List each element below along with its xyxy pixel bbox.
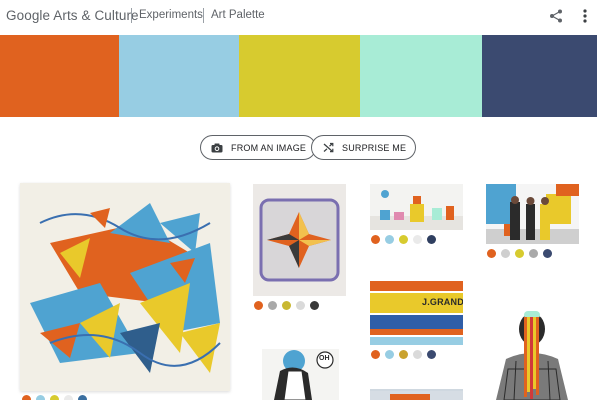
palette-dot[interactable] [22, 395, 31, 400]
palette-swatch[interactable] [360, 35, 482, 117]
palette-swatch[interactable] [239, 35, 360, 117]
from-image-label: FROM AN IMAGE [231, 142, 307, 153]
more-vert-icon[interactable] [575, 6, 595, 26]
palette-dots [371, 235, 436, 244]
painted-wall-image [370, 275, 463, 345]
header-divider [131, 8, 132, 23]
palette-dots [371, 350, 436, 359]
palette-dot[interactable] [296, 301, 305, 310]
palette-dots [22, 395, 87, 400]
palette-dots [487, 249, 552, 258]
palette-swatch[interactable] [119, 35, 239, 117]
palette-dot[interactable] [487, 249, 496, 258]
palette-dot[interactable] [501, 249, 510, 258]
palette-dot[interactable] [427, 235, 436, 244]
partial-artwork-image [370, 391, 463, 400]
palette-dot[interactable] [399, 235, 408, 244]
surprise-me-button[interactable]: SURPRISE ME [311, 135, 417, 160]
palette-dot[interactable] [78, 395, 87, 400]
breadcrumb-experiments[interactable]: Experiments [139, 9, 203, 21]
palette-dot[interactable] [254, 301, 263, 310]
artwork-tile-painted-wall[interactable]: J.GRANDA [370, 275, 463, 345]
palette-dot[interactable] [268, 301, 277, 310]
abstract-mural-image [20, 183, 230, 391]
surprise-me-label: SURPRISE ME [342, 142, 407, 153]
breadcrumb-art-palette[interactable]: Art Palette [211, 9, 265, 21]
camera-icon [210, 141, 224, 155]
gift-sculptures-image [370, 184, 463, 230]
artwork-tile-gift-sculptures[interactable] [370, 184, 463, 230]
palette-dot[interactable] [413, 235, 422, 244]
palette-dot[interactable] [64, 395, 73, 400]
color-palette [0, 35, 597, 117]
artwork-tile-abstract[interactable] [20, 183, 230, 391]
share-icon[interactable] [546, 6, 566, 26]
palette-dot[interactable] [371, 235, 380, 244]
palette-swatch[interactable] [482, 35, 597, 117]
palette-dot[interactable] [50, 395, 59, 400]
palette-dot[interactable] [529, 249, 538, 258]
scroll-fade [583, 118, 597, 400]
artwork-tile-comic[interactable]: OH [262, 349, 339, 400]
artwork-tile-partial[interactable] [370, 389, 463, 400]
wall-sign-text: J.GRANDA [422, 297, 463, 307]
palette-dot[interactable] [36, 395, 45, 400]
palette-dot[interactable] [282, 301, 291, 310]
artwork-tile-gallery-people[interactable] [486, 184, 579, 244]
palette-dots [254, 301, 319, 310]
artwork-tile-folded-star[interactable] [253, 184, 346, 296]
folded-star-image [253, 184, 346, 296]
palette-dot[interactable] [427, 350, 436, 359]
gallery-people-image [486, 184, 579, 244]
palette-dot[interactable] [413, 350, 422, 359]
dripping-portrait-image [486, 289, 579, 400]
from-image-button[interactable]: FROM AN IMAGE [200, 135, 317, 160]
palette-dot[interactable] [385, 350, 394, 359]
palette-dot[interactable] [515, 249, 524, 258]
palette-dot[interactable] [385, 235, 394, 244]
palette-dot[interactable] [310, 301, 319, 310]
app-header: Google Arts & Culture Experiments Art Pa… [0, 0, 597, 34]
palette-swatch[interactable] [0, 35, 119, 117]
brand-logo[interactable]: Google Arts & Culture [6, 8, 139, 23]
badge-text: OH [319, 355, 330, 362]
header-divider [203, 8, 204, 23]
artwork-tile-dripping-portrait[interactable] [486, 289, 579, 400]
palette-dot[interactable] [543, 249, 552, 258]
shuffle-icon [321, 141, 335, 155]
palette-dot[interactable] [399, 350, 408, 359]
palette-dot[interactable] [371, 350, 380, 359]
